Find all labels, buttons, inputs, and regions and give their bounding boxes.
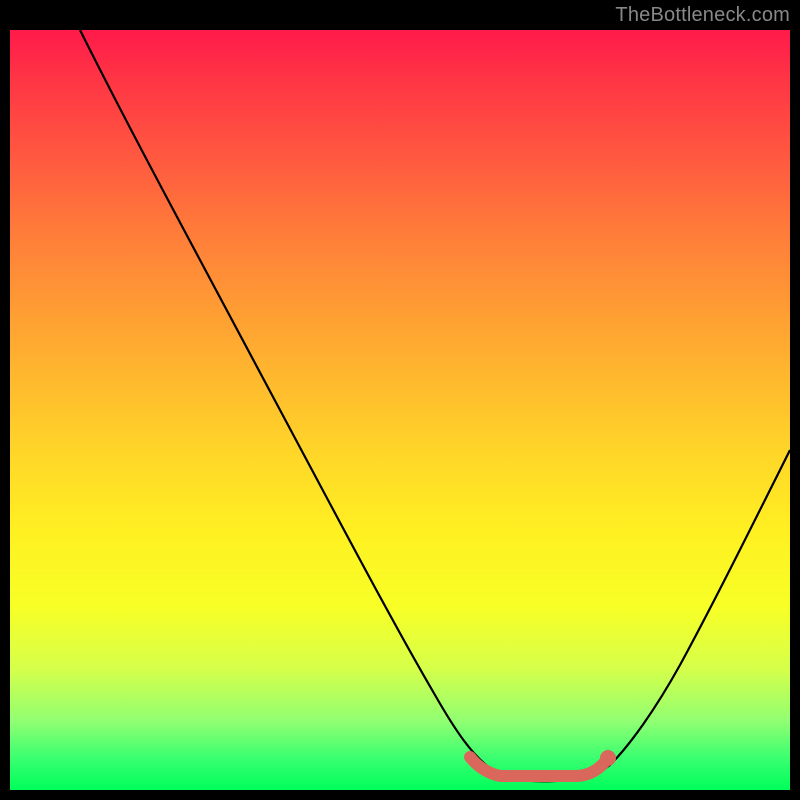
bottleneck-curve-path — [80, 30, 790, 781]
chart-container: TheBottleneck.com — [0, 0, 800, 800]
chart-svg — [10, 30, 790, 790]
optimal-band-path — [470, 757, 604, 776]
gradient-plot-area — [10, 30, 790, 790]
optimal-end-dot — [600, 750, 616, 766]
watermark-text: TheBottleneck.com — [615, 4, 790, 27]
